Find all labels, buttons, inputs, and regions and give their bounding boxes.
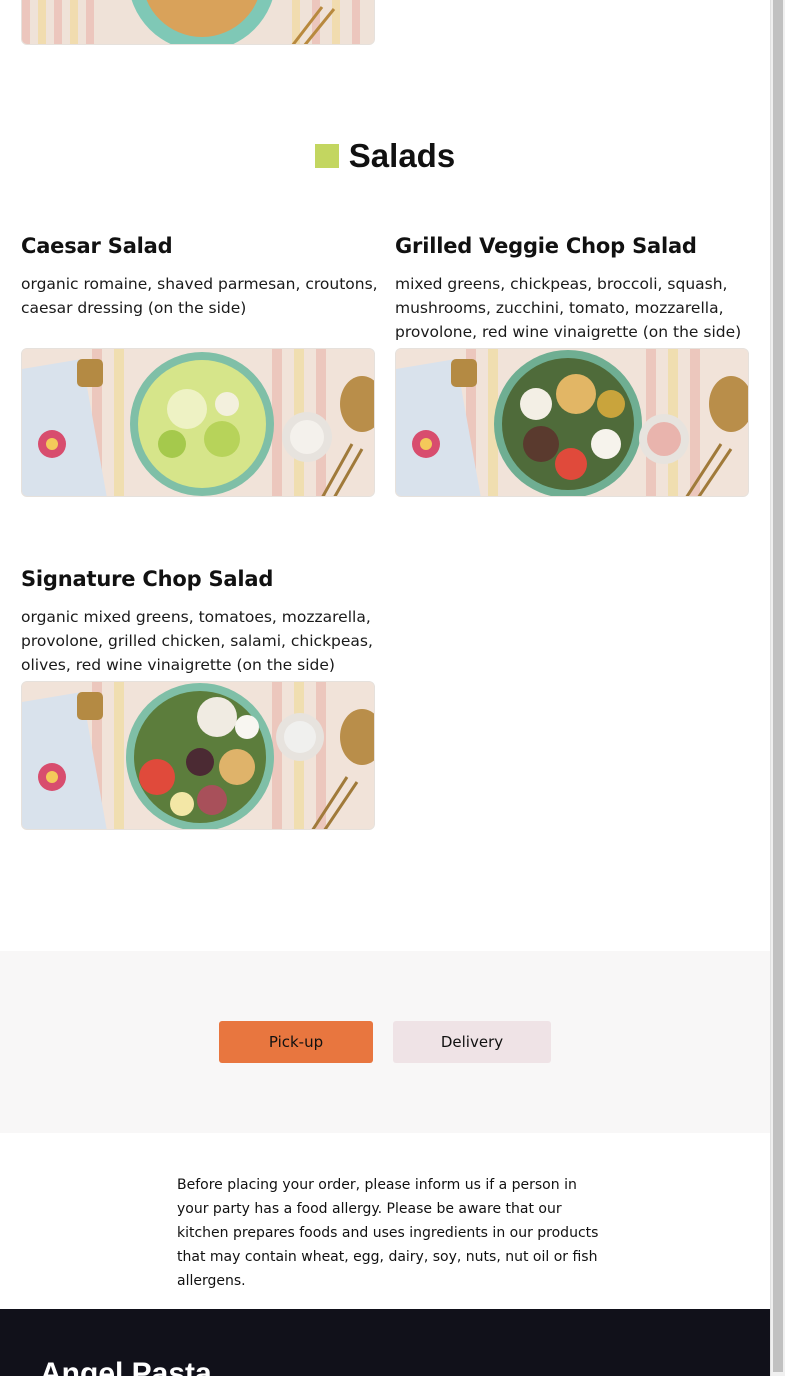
menu-item-description: mixed greens, chickpeas, broccoli, squas… xyxy=(395,275,742,341)
menu-item-title[interactable]: Grilled Veggie Chop Salad xyxy=(395,234,697,258)
footer-brand[interactable]: Angel Pasta xyxy=(40,1357,212,1376)
menu-item-description: organic mixed greens, tomatoes, mozzarel… xyxy=(21,608,373,674)
pickup-button[interactable]: Pick-up xyxy=(219,1021,373,1063)
menu-item-image[interactable] xyxy=(21,681,375,830)
page-scrollbar[interactable] xyxy=(770,0,785,1376)
order-type-selector: Pick-up Delivery xyxy=(0,951,770,1133)
section-title: Salads xyxy=(348,137,456,174)
menu-item-image[interactable] xyxy=(21,348,375,497)
menu-page: Salads Caesar Salad organic romaine, sha… xyxy=(0,0,770,1376)
menu-item-title[interactable]: Signature Chop Salad xyxy=(21,567,273,591)
menu-item-description: organic romaine, shaved parmesan, crouto… xyxy=(21,275,378,317)
menu-item-title[interactable]: Caesar Salad xyxy=(21,234,173,258)
scrollbar-thumb[interactable] xyxy=(773,0,783,1372)
footer: Angel Pasta xyxy=(0,1309,770,1376)
allergy-notice: Before placing your order, please inform… xyxy=(177,1177,599,1289)
previous-item-image xyxy=(21,0,375,45)
section-header: Salads xyxy=(0,134,770,178)
section-accent-square xyxy=(314,144,339,168)
menu-item-image[interactable] xyxy=(395,348,749,497)
delivery-button[interactable]: Delivery xyxy=(393,1021,551,1063)
